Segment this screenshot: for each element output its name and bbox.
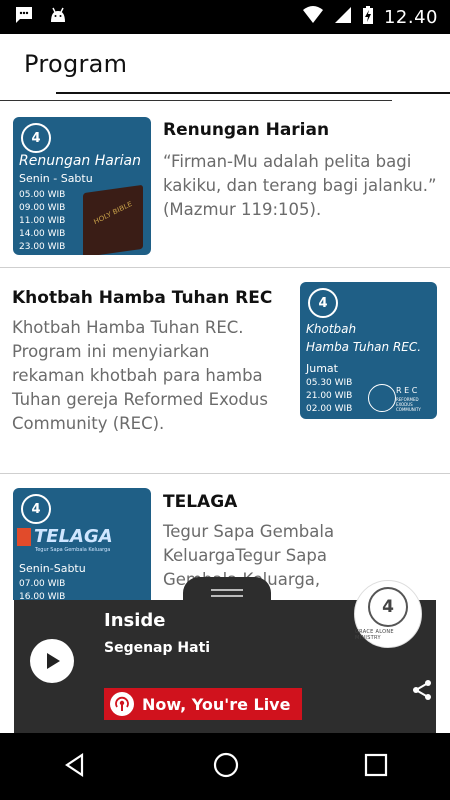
thumb-time: 16.00 WIB — [19, 592, 66, 600]
thumb-title: Renungan Harian — [19, 153, 141, 169]
home-icon — [213, 752, 239, 777]
thumb-title: Khotbah — [306, 322, 357, 336]
thumb-time: 09.00 WIB — [19, 203, 66, 213]
thumb-time: 14.00 WIB — [19, 229, 66, 239]
telaga-tagline: Tegur Sapa Gembala Keluarga — [35, 547, 111, 553]
home-button[interactable] — [212, 751, 240, 783]
recents-button[interactable] — [364, 753, 388, 781]
program-description: “Firman-Mu adalah pelita bagi kakiku, da… — [163, 152, 437, 219]
handle-line — [211, 589, 243, 591]
clock: 12.40 — [383, 6, 438, 28]
program-title: TELAGA — [163, 492, 238, 512]
play-button[interactable] — [30, 639, 74, 683]
track-title: Inside — [104, 610, 166, 631]
share-icon — [413, 680, 431, 700]
thumb-times: 07.00 WIB 16.00 WIB — [19, 578, 65, 600]
rec-sub: REFORMED EXODUS COMMUNITY — [396, 397, 421, 412]
thumb-time: 02.00 WIB — [306, 404, 353, 414]
bible-label: HOLY BIBLE — [92, 199, 134, 227]
telaga-logo: TELAGA — [17, 526, 113, 547]
wifi-icon — [302, 6, 324, 28]
ministry-logo-icon: 4 — [21, 494, 51, 524]
thumb-times: 05.30 WIB 21.00 WIB 02.00 WIB — [306, 377, 352, 416]
thumb-times: 05.00 WIB 09.00 WIB 11.00 WIB 14.00 WIB … — [19, 189, 65, 254]
program-item-khotbah-rec[interactable]: Khotbah Hamba Tuhan REC Khotbah Hamba Tu… — [0, 268, 450, 473]
telaga-brand: TELAGA — [34, 526, 113, 547]
thumb-days: Jumat — [306, 362, 338, 375]
signal-icon — [334, 6, 352, 28]
app-header: Program — [0, 34, 450, 104]
page-title: Program — [24, 50, 128, 78]
program-thumbnail: 4 Khotbah Hamba Tuhan REC. Jumat 05.30 W… — [300, 282, 437, 419]
thumb-time: 21.00 WIB — [306, 391, 353, 401]
thumb-days: Senin - Sabtu — [19, 172, 93, 185]
program-description: Khotbah Hamba Tuhan REC. Program ini men… — [12, 318, 268, 433]
android-icon — [48, 6, 68, 28]
thumb-time: 07.00 WIB — [19, 579, 66, 589]
telaga-emblem-icon — [17, 527, 31, 546]
header-divider — [0, 100, 392, 101]
rec-label: R E C — [396, 386, 418, 395]
navigation-bar — [0, 733, 450, 800]
ministry-logo-icon: 4 — [21, 123, 51, 153]
thumb-time: 11.00 WIB — [19, 216, 66, 226]
bible-image: HOLY BIBLE — [83, 184, 143, 255]
recents-icon — [364, 753, 388, 776]
program-thumbnail: 4 Renungan Harian Senin - Sabtu 05.00 WI… — [13, 117, 151, 255]
thumb-time: 05.00 WIB — [19, 190, 66, 200]
back-icon — [65, 752, 84, 777]
ministry-logo-icon: 4 — [308, 288, 338, 318]
rec-logo-icon — [368, 384, 396, 412]
status-bar: 12.40 — [0, 0, 450, 34]
thumb-time: 23.00 WIB — [19, 242, 66, 252]
share-button[interactable] — [410, 678, 434, 706]
thumb-time: 05.30 WIB — [306, 378, 353, 388]
battery-charging-icon — [362, 5, 374, 29]
play-icon — [47, 653, 60, 669]
podcast-live-icon — [110, 692, 134, 716]
program-item-renungan-harian[interactable]: 4 Renungan Harian Senin - Sabtu 05.00 WI… — [0, 104, 450, 267]
station-logo-icon: 4 — [368, 587, 408, 627]
handle-line — [211, 595, 243, 597]
program-title: Khotbah Hamba Tuhan REC — [12, 288, 273, 308]
program-thumbnail: 4 TELAGA Tegur Sapa Gembala Keluarga Sen… — [13, 488, 151, 600]
station-caption: GRACE ALONE MINISTRY — [355, 629, 394, 641]
station-logo: 4 GRACE ALONE MINISTRY — [354, 580, 422, 648]
live-badge: Now, You're Live — [104, 688, 302, 720]
title-underline — [56, 92, 450, 94]
live-label: Now, You're Live — [142, 694, 291, 714]
program-title: Renungan Harian — [163, 120, 330, 140]
message-icon — [14, 6, 34, 28]
back-button[interactable] — [62, 752, 88, 782]
thumb-days: Senin-Sabtu — [19, 562, 86, 575]
thumb-title: Hamba Tuhan REC. — [306, 340, 422, 354]
track-artist: Segenap Hati — [104, 640, 211, 656]
